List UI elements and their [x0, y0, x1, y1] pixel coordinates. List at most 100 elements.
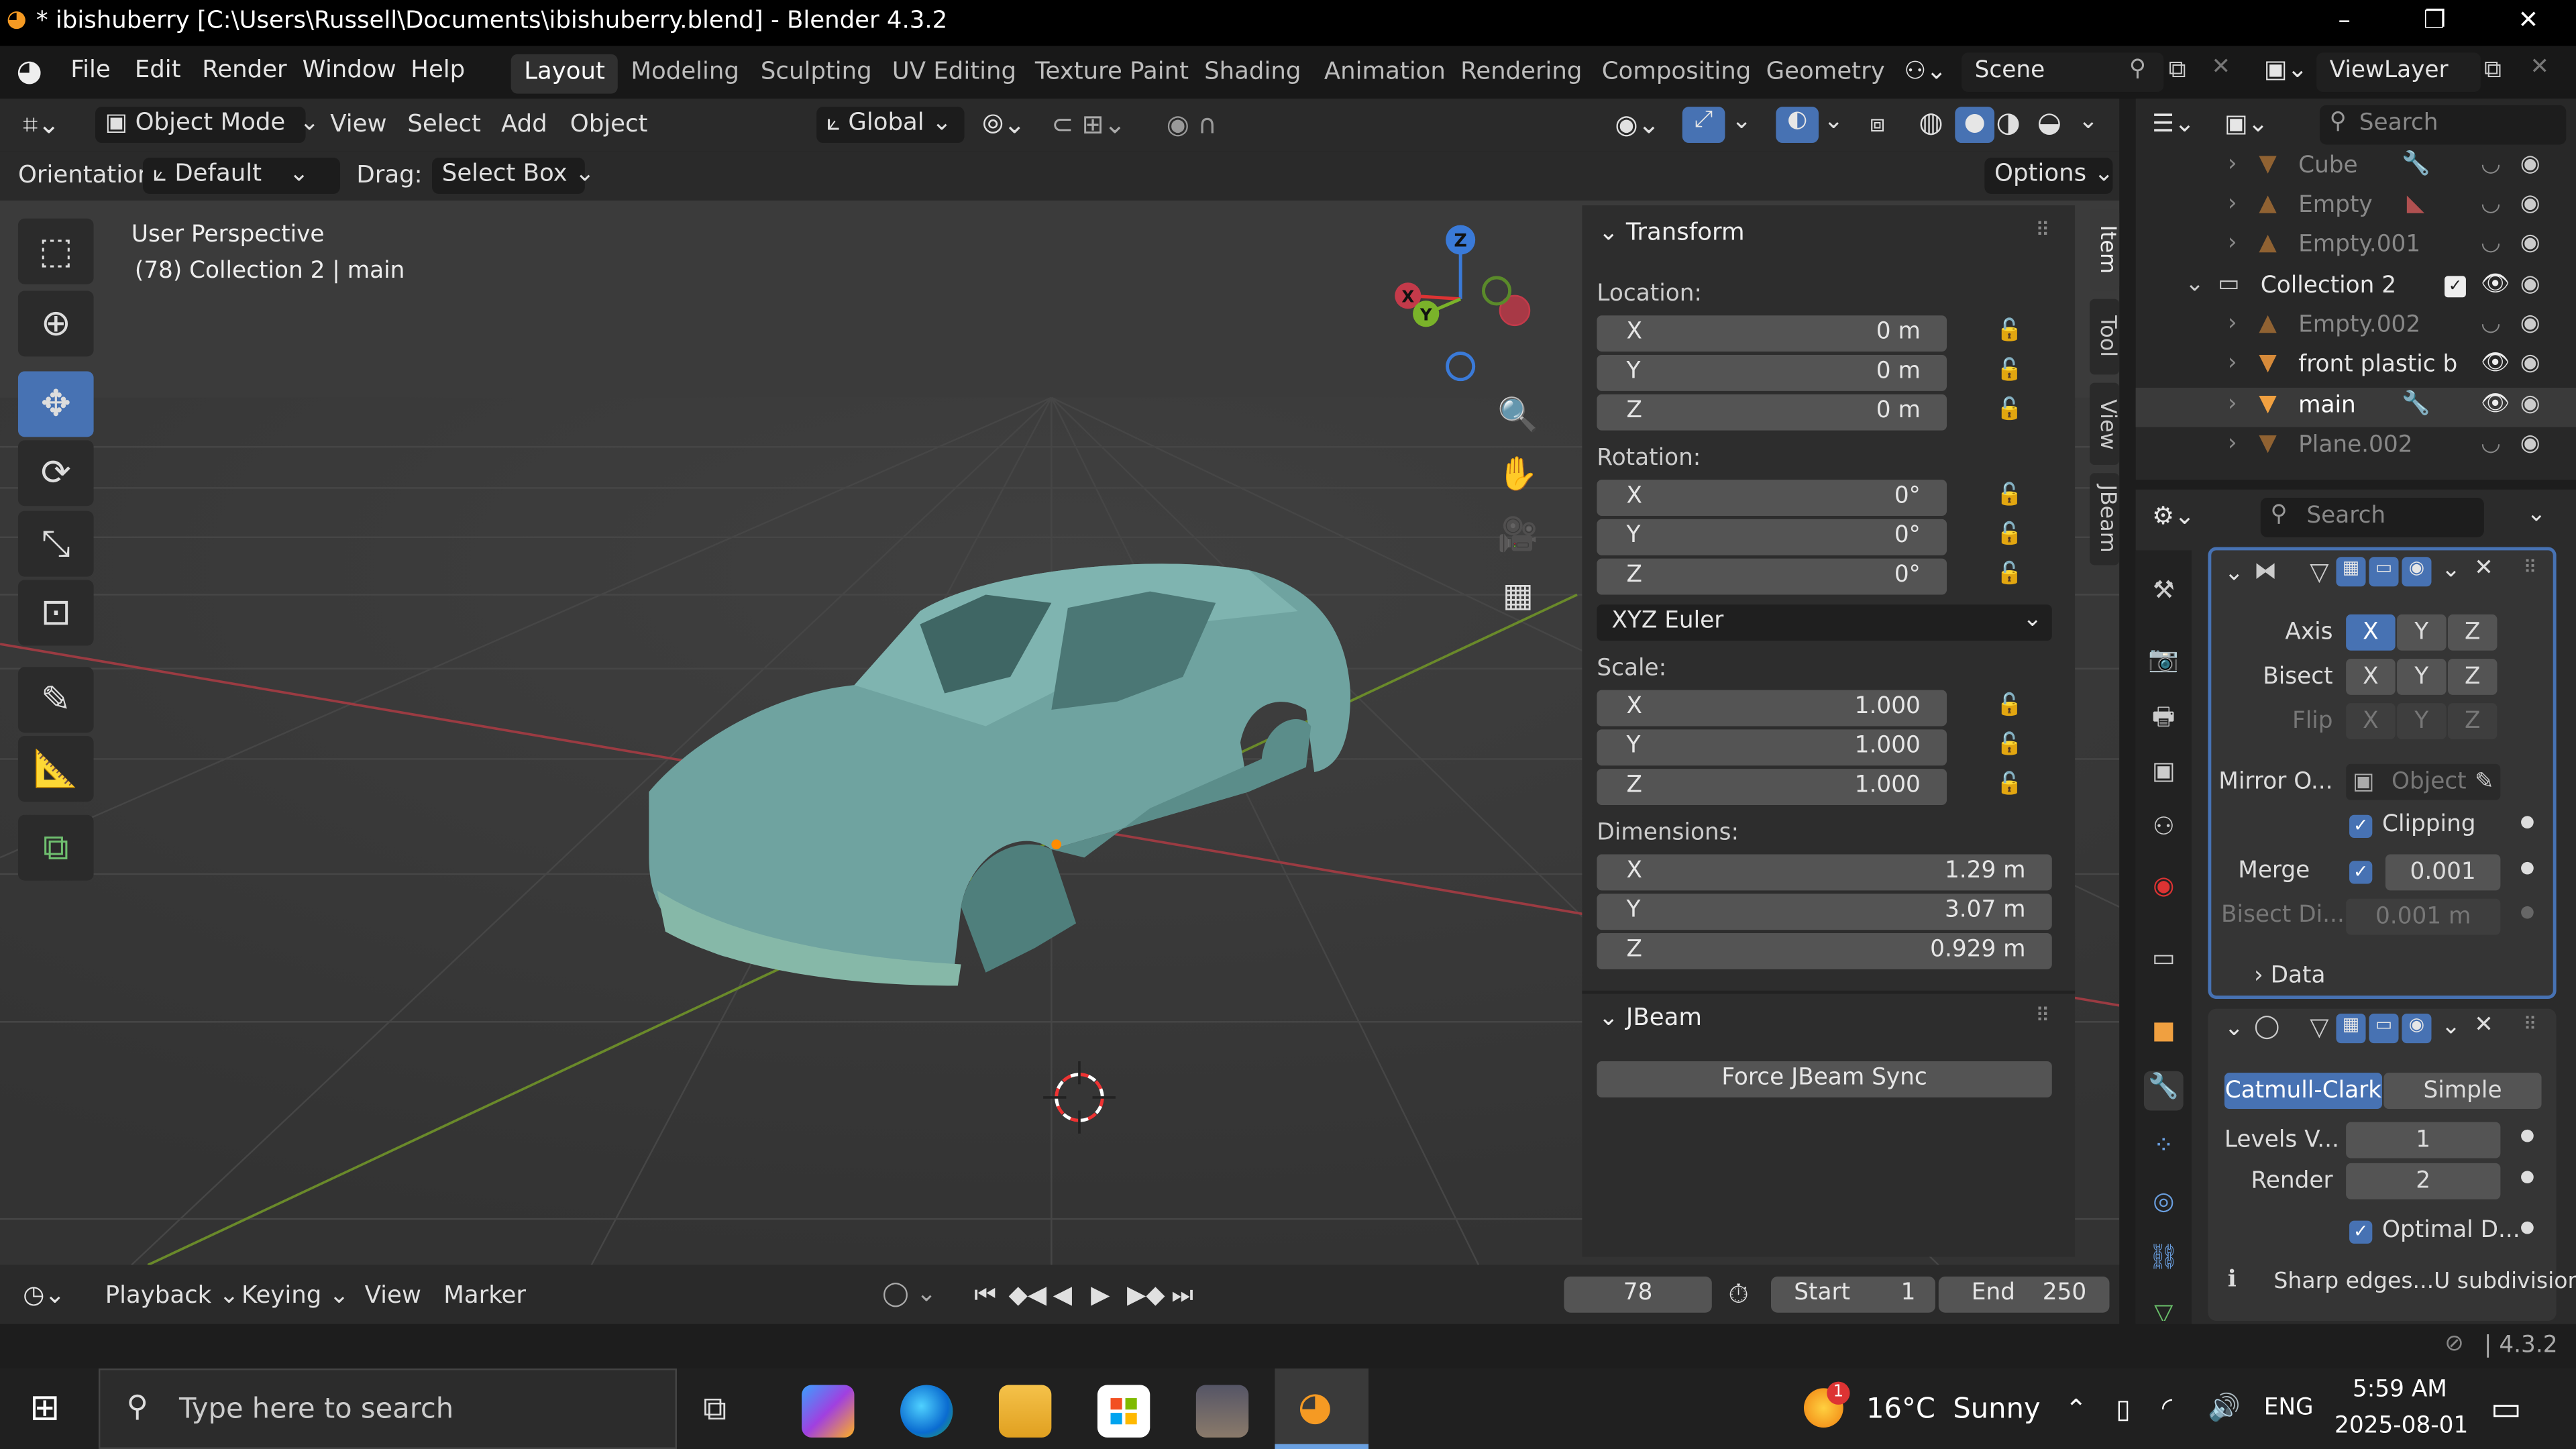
animate-dot-icon[interactable]: ●	[2520, 1168, 2534, 1186]
npanel-tab-tool[interactable]: Tool	[2090, 299, 2120, 375]
header-menu-view[interactable]: View	[330, 112, 386, 138]
hidden-eye-icon[interactable]: ◡	[2481, 431, 2501, 457]
expand-arrow-icon[interactable]: ›	[2228, 230, 2237, 256]
cursor-tool[interactable]: ⊕	[17, 290, 94, 357]
new-scene-icon[interactable]: ⧉	[2169, 54, 2186, 84]
xray-toggle-icon[interactable]: ⧈	[1870, 109, 1885, 138]
workspace-tab-modeling[interactable]: Modeling	[618, 54, 753, 94]
weather-text[interactable]: 16°C Sunny	[1866, 1393, 2041, 1426]
axis-z-toggle[interactable]: Z	[2447, 614, 2498, 651]
location-z-field[interactable]: Z 0 m	[1597, 394, 1947, 431]
overlays-toggle-icon[interactable]: ◐	[1776, 107, 1819, 144]
rotate-tool[interactable]: ⟳	[17, 440, 94, 506]
lock-icon[interactable]: 🔓	[1996, 398, 2023, 423]
expand-arrow-icon[interactable]: ›	[2228, 191, 2237, 217]
axis-y-toggle[interactable]: Y	[2397, 614, 2447, 651]
visibility-icon[interactable]: ◉⌄	[1615, 109, 1660, 140]
animate-dot-icon[interactable]: ●	[2520, 1219, 2534, 1237]
volume-icon[interactable]: 🔊	[2208, 1391, 2241, 1423]
outliner-row-selected[interactable]: › ▼ main 🔧 👁 ◉	[2135, 387, 2576, 427]
new-view-layer-icon[interactable]: ⧉	[2484, 54, 2502, 84]
merge-checkbox[interactable]: ✓	[2349, 861, 2373, 884]
microsoft-store-icon[interactable]	[1097, 1385, 1150, 1438]
move-tool[interactable]: ✥	[17, 371, 94, 437]
location-x-field[interactable]: X 0 m	[1597, 315, 1947, 352]
photos-app-icon[interactable]	[1195, 1385, 1249, 1438]
close-button[interactable]: ✕	[2504, 5, 2553, 41]
scale-x-field[interactable]: X 1.000	[1597, 690, 1947, 727]
outliner-search-input[interactable]: ⚲ Search	[2319, 105, 2567, 145]
chevron-down-icon[interactable]: ⌄	[2441, 557, 2461, 583]
timeline-menu-keying[interactable]: Keying ⌄	[241, 1283, 349, 1309]
properties-editor-type-icon[interactable]: ⚙⌄	[2152, 501, 2195, 531]
remove-modifier-icon[interactable]: ✕	[2474, 1012, 2493, 1038]
lock-icon[interactable]: 🔓	[1996, 562, 2023, 587]
pin-icon[interactable]: ⚲	[2129, 56, 2146, 82]
npanel-tab-view[interactable]: View	[2090, 382, 2120, 466]
jump-to-start-icon[interactable]: ⏮	[974, 1280, 996, 1309]
scene-selector-icon[interactable]: ⚇⌄	[1904, 56, 1947, 85]
drag-handle-icon[interactable]: ⠿	[2035, 219, 2050, 241]
perspective-toggle-button[interactable]: ▦	[1489, 565, 1548, 624]
camera-icon[interactable]: ◉	[2520, 191, 2540, 217]
timeline-menu-marker[interactable]: Marker	[443, 1283, 526, 1309]
lock-icon[interactable]: 🔓	[1996, 358, 2023, 383]
tool-tab-icon[interactable]: ⚒	[2144, 575, 2184, 614]
dimensions-z-field[interactable]: Z 0.929 m	[1597, 933, 2052, 969]
camera-icon[interactable]: ◉	[2520, 311, 2540, 337]
bisect-z-toggle[interactable]: Z	[2447, 659, 2498, 695]
wireframe-shading-icon[interactable]: ◍	[1919, 107, 1943, 140]
on-cage-toggle-icon[interactable]: ▦	[2336, 557, 2366, 587]
wifi-icon[interactable]: ◜	[2162, 1391, 2172, 1423]
view-layer-icon[interactable]: ▣⌄	[2264, 54, 2308, 84]
on-cage-toggle-icon[interactable]: ▦	[2336, 1014, 2366, 1044]
animate-dot-icon[interactable]: ●	[2520, 904, 2534, 922]
world-tab-icon[interactable]: ◉	[2144, 871, 2184, 910]
flip-z-toggle[interactable]: Z	[2447, 703, 2498, 740]
data-tab-icon[interactable]: ▽	[2144, 1298, 2184, 1321]
blender-menu-icon[interactable]: ◕	[16, 54, 42, 89]
solid-shading-icon[interactable]: ●	[1955, 107, 1995, 144]
optimal-display-checkbox[interactable]: ✓	[2349, 1220, 2373, 1244]
outliner-display-mode-icon[interactable]: ☰⌄	[2152, 109, 2195, 138]
chevron-down-icon[interactable]: ⌄	[2078, 109, 2098, 135]
stopwatch-icon[interactable]: ⏱	[1728, 1278, 1749, 1311]
jump-to-keyframe-back-icon[interactable]: ◆◀	[1009, 1280, 1047, 1309]
header-menu-select[interactable]: Select	[407, 112, 481, 138]
outliner-row[interactable]: › ▲ Empty.002 ◡ ◉	[2136, 307, 2576, 347]
render-tab-icon[interactable]: 📷	[2144, 644, 2184, 684]
timeline-menu-view[interactable]: View	[365, 1283, 421, 1309]
play-icon[interactable]: ▶	[1091, 1280, 1110, 1309]
render-toggle-icon[interactable]: ◉	[2402, 1014, 2432, 1044]
header-menu-add[interactable]: Add	[501, 112, 547, 138]
simple-toggle[interactable]: Simple	[2383, 1073, 2542, 1110]
gizmo-toggle-icon[interactable]: ⤢	[1682, 107, 1725, 144]
camera-icon[interactable]: ◉	[2520, 271, 2540, 297]
collapse-arrow-icon[interactable]: ⌄	[2185, 271, 2204, 297]
include-checkbox[interactable]: ✓	[2445, 276, 2466, 298]
timeline-editor-type-icon[interactable]: ◷⌄	[23, 1280, 65, 1309]
drag-dropdown[interactable]: Select Box ⌄	[432, 158, 595, 194]
outliner-filter-icon[interactable]: ▣⌄	[2224, 109, 2269, 138]
header-menu-object[interactable]: Object	[570, 112, 648, 138]
current-frame-field[interactable]: 78	[1564, 1276, 1712, 1313]
workspace-tab-rendering[interactable]: Rendering	[1448, 54, 1596, 94]
jbeam-panel-header[interactable]: ⌄ JBeam	[1599, 1006, 1702, 1032]
eye-icon[interactable]: 👁	[2481, 350, 2510, 376]
material-shading-icon[interactable]: ◑	[1996, 107, 2021, 140]
animate-dot-icon[interactable]: ●	[2520, 813, 2534, 831]
modifier-tab-icon[interactable]: 🔧	[2143, 1071, 2184, 1111]
clipping-checkbox[interactable]: ✓	[2349, 814, 2373, 838]
measure-tool[interactable]: 📐	[17, 736, 94, 802]
lock-icon[interactable]: 🔓	[1996, 483, 2023, 508]
rendered-shading-icon[interactable]: ◒	[2037, 107, 2061, 140]
eyedropper-icon[interactable]: ✎	[2475, 764, 2494, 800]
lock-icon[interactable]: 🔓	[1996, 523, 2023, 547]
jump-to-end-icon[interactable]: ⏭	[1171, 1280, 1193, 1309]
edge-browser-icon[interactable]	[900, 1385, 953, 1438]
camera-icon[interactable]: ◉	[2520, 350, 2540, 376]
lock-icon[interactable]: 🔓	[1996, 733, 2023, 757]
file-explorer-icon[interactable]	[998, 1385, 1052, 1438]
edit-mode-toggle-icon[interactable]: ▽	[2310, 1012, 2328, 1042]
auto-keying-toggle-icon[interactable]: ◯ ⌄	[882, 1281, 936, 1307]
